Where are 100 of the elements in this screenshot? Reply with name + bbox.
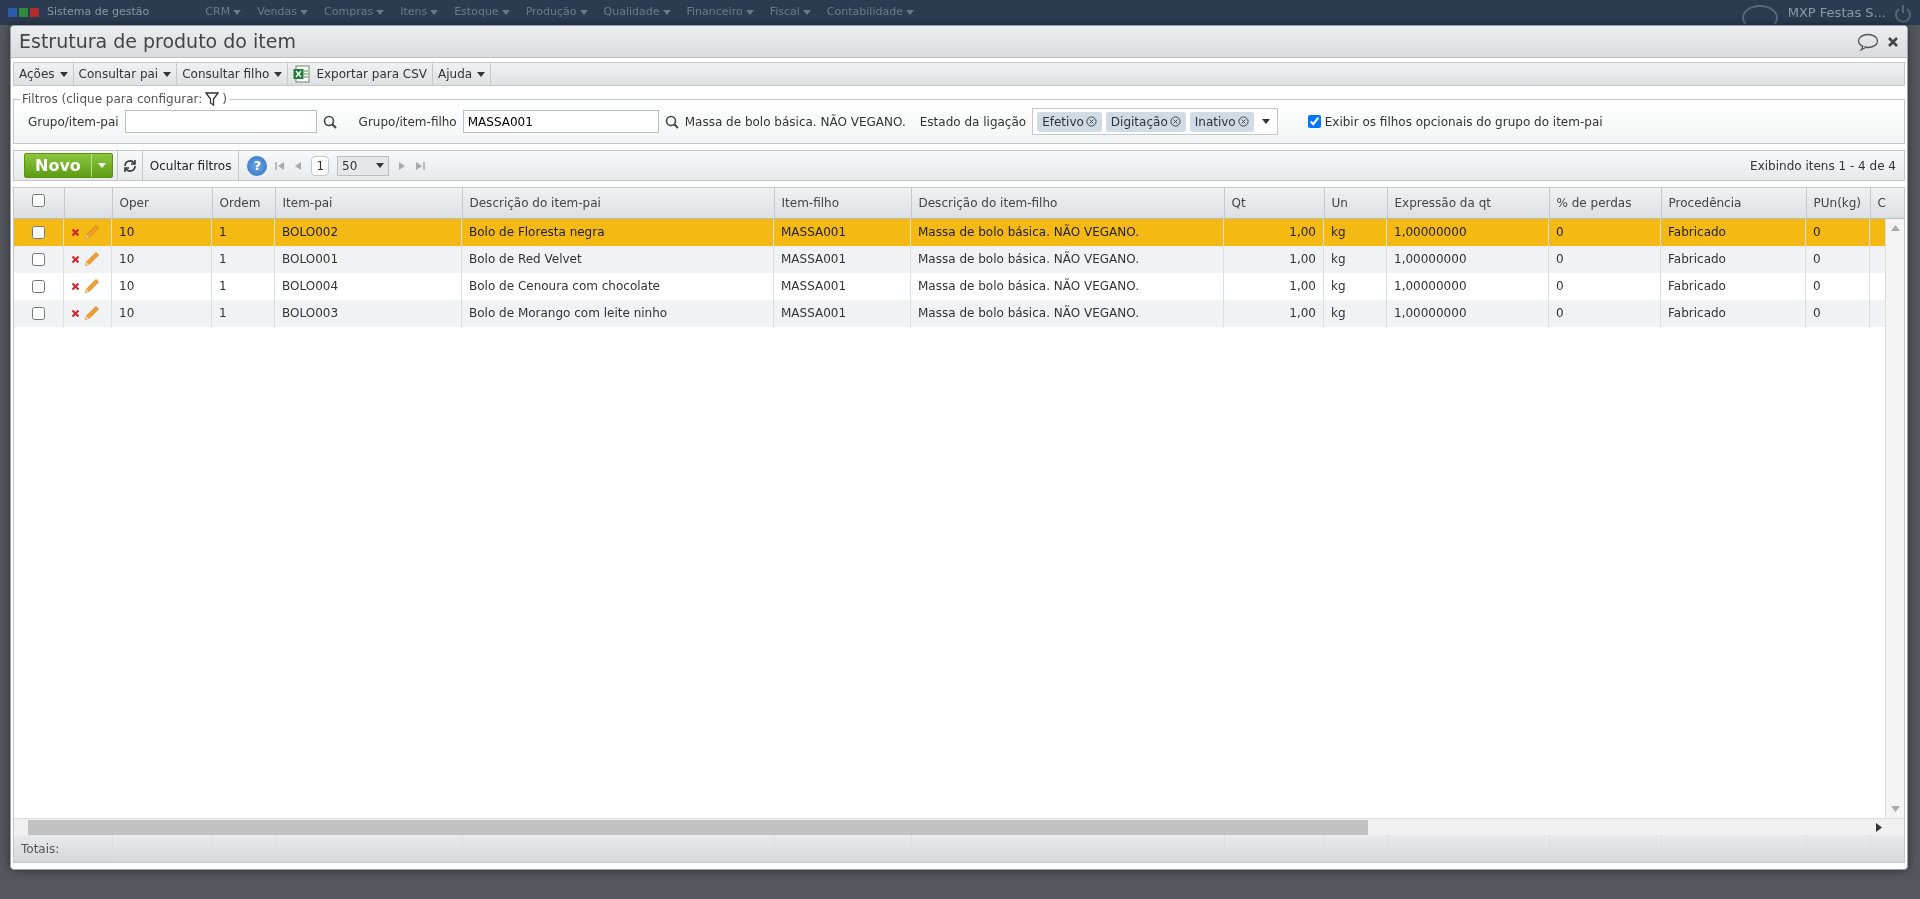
row-checkbox[interactable] xyxy=(32,252,45,266)
totals-label: Totais: xyxy=(21,841,60,856)
toolbar-button[interactable]: Consultar pai xyxy=(73,63,178,85)
table-cell: 10 xyxy=(112,299,212,327)
table-cell: Fabricado xyxy=(1661,245,1806,273)
filters-legend: ) xyxy=(222,93,227,105)
row-checkbox[interactable] xyxy=(32,225,45,239)
remove-icon[interactable] xyxy=(1169,116,1181,127)
table-cell: 1 xyxy=(212,272,275,300)
filter-icon[interactable] xyxy=(205,92,220,106)
speech-bubble-icon[interactable] xyxy=(1857,32,1879,51)
pencil-icon[interactable] xyxy=(84,278,100,294)
table-cell: 0 xyxy=(1806,245,1870,273)
field-label: Grupo/item-pai xyxy=(28,113,119,131)
horizontal-scrollbar[interactable] xyxy=(14,818,1904,835)
power-icon[interactable] xyxy=(1894,2,1912,23)
window-title: Estrutura de produto do item xyxy=(19,30,297,53)
input-field[interactable]: MASSA001 xyxy=(462,110,659,133)
table-cell: 10 xyxy=(112,272,212,300)
caret-icon xyxy=(1261,119,1270,124)
column-header[interactable]: Oper xyxy=(112,188,212,218)
row-checkbox[interactable] xyxy=(32,279,45,293)
column-header[interactable]: PUn(kg) xyxy=(1806,188,1870,218)
select-all-checkbox[interactable] xyxy=(32,193,46,207)
column-header[interactable]: % de perdas xyxy=(1549,188,1661,218)
status-tag: Efetivo xyxy=(1037,111,1102,132)
company-name[interactable]: MXP Festas S... xyxy=(1787,2,1886,23)
toolbar-button[interactable]: Ajuda xyxy=(433,63,492,85)
status-tag: Digitação xyxy=(1105,111,1186,132)
table-cell: Massa de bolo básica. NÃO VEGANO. xyxy=(911,272,1224,300)
table-cell: kg xyxy=(1324,272,1387,300)
table-cell: 1,00 xyxy=(1224,299,1324,327)
table-cell: Bolo de Cenoura com chocolate xyxy=(462,272,774,300)
column-header[interactable]: Descrição do item-pai xyxy=(462,188,774,218)
caret-icon xyxy=(59,71,68,77)
delete-icon[interactable] xyxy=(71,308,80,318)
table-cell: BOLO003 xyxy=(275,299,462,327)
column-header[interactable]: Expressão da qt xyxy=(1387,188,1549,218)
table-cell: 1,00 xyxy=(1224,245,1324,273)
page-field[interactable]: 1 xyxy=(311,155,330,176)
scroll-right-icon[interactable] xyxy=(1876,822,1882,832)
items-summary: Exibindo itens 1 - 4 de 4 xyxy=(1750,157,1896,175)
table-cell: BOLO004 xyxy=(275,272,462,300)
page-size-select[interactable]: 50 xyxy=(337,155,390,176)
toolbar-button[interactable]: Exportar para CSV xyxy=(288,63,434,85)
table-cell: Bolo de Morango com leite ninho xyxy=(462,299,774,327)
table-row[interactable]: 10 1 BOLO003 Bolo de Morango com leite ninho MASSA001 Massa de bolo básica. NÃO VEGANO. 1,00 kg 1,00000000 0 Fabricado 0 xyxy=(14,299,1886,327)
column-header[interactable]: Item-pai xyxy=(275,188,462,218)
toolbar-button[interactable]: Ações xyxy=(14,63,74,85)
row-checkbox[interactable] xyxy=(32,306,45,320)
table-cell: 1 xyxy=(212,245,275,273)
spreadsheet-icon xyxy=(293,65,312,83)
column-header[interactable]: Qt xyxy=(1224,188,1324,218)
checkbox-label: Exibir os filhos opcionais do grupo do item-pai xyxy=(1324,113,1603,131)
logo-icon xyxy=(8,8,39,17)
table-cell: Bolo de Red Velvet xyxy=(462,245,774,273)
checkbox[interactable] xyxy=(1307,115,1321,128)
field-label: Estado da ligação xyxy=(919,113,1027,131)
field-label: Grupo/item-filho xyxy=(358,113,457,131)
column-header[interactable]: Item-filho xyxy=(774,188,911,218)
table-cell: 0 xyxy=(1549,272,1661,300)
caret-icon xyxy=(163,71,172,77)
table-cell: 1,00000000 xyxy=(1387,245,1549,273)
table-cell: kg xyxy=(1324,245,1387,273)
column-header[interactable]: C xyxy=(1870,188,1904,218)
table-cell: MASSA001 xyxy=(774,299,911,327)
table-row[interactable]: 10 1 BOLO001 Bolo de Red Velvet MASSA001 Massa de bolo básica. NÃO VEGANO. 1,00 kg 1,00000000 0 Fabricado 0 xyxy=(14,245,1886,273)
delete-icon[interactable] xyxy=(71,254,80,264)
item-description: Massa de bolo básica. NÃO VEGANO. xyxy=(684,113,906,131)
delete-icon[interactable] xyxy=(71,227,80,237)
table-cell: MASSA001 xyxy=(774,272,911,300)
table-cell: Massa de bolo básica. NÃO VEGANO. xyxy=(911,299,1224,327)
hide-filters-button[interactable]: Ocultar filtros xyxy=(146,156,235,175)
table-cell: BOLO001 xyxy=(275,245,462,273)
table-cell: MASSA001 xyxy=(774,245,911,273)
caret-icon xyxy=(477,71,486,77)
column-header[interactable]: Ordem xyxy=(212,188,275,218)
delete-icon[interactable] xyxy=(71,281,80,291)
column-header[interactable]: Un xyxy=(1324,188,1387,218)
table-cell: 1,00000000 xyxy=(1387,299,1549,327)
remove-icon[interactable] xyxy=(1085,116,1097,127)
table-cell: 0 xyxy=(1549,299,1661,327)
table-cell: 0 xyxy=(1806,299,1870,327)
remove-icon[interactable] xyxy=(1237,116,1249,127)
search-icon[interactable] xyxy=(322,114,337,129)
table-cell: 1,00000000 xyxy=(1387,272,1549,300)
caret-icon xyxy=(274,71,283,77)
input-field[interactable] xyxy=(124,110,317,133)
status-select[interactable]: Efetivo Digitação Inativo xyxy=(1032,108,1278,135)
table-cell: 1 xyxy=(212,299,275,327)
table-cell: 1,00 xyxy=(1224,272,1324,300)
table-cell: Massa de bolo básica. NÃO VEGANO. xyxy=(911,245,1224,273)
toolbar-button[interactable]: Consultar filho xyxy=(177,63,289,85)
close-icon[interactable] xyxy=(1887,35,1899,48)
table-cell: Fabricado xyxy=(1661,299,1806,327)
column-header[interactable]: Descrição do item-filho xyxy=(911,188,1224,218)
filters-legend[interactable]: Filtros (clique para configurar: xyxy=(22,93,203,105)
search-icon[interactable] xyxy=(664,114,679,129)
column-header[interactable]: Procedência xyxy=(1661,188,1806,218)
refresh-icon[interactable] xyxy=(121,157,138,174)
